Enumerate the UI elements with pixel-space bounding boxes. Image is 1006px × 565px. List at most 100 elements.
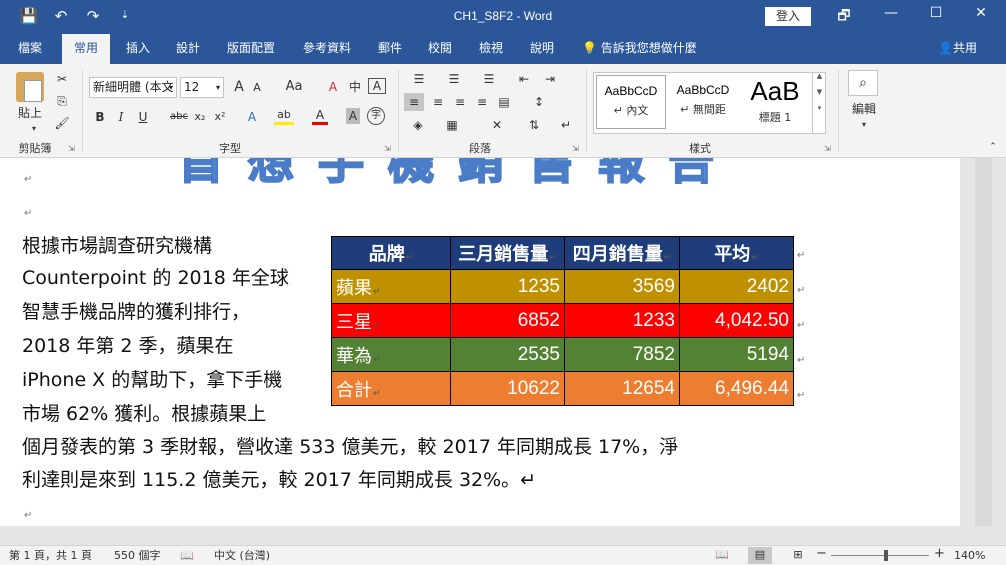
style-no-spacing[interactable]: AaBbCcD ↵ 無間距 — [668, 75, 738, 129]
font-name-select[interactable]: 新細明體 (本文 ▾ — [89, 77, 177, 98]
ribbon-display-icon[interactable]: 🗗 — [829, 5, 859, 29]
distributed-icon[interactable]: ▤ — [494, 93, 514, 111]
table-cell-average[interactable]: 5194 — [679, 337, 794, 372]
tab-design[interactable]: 設計 — [166, 34, 210, 64]
table-header[interactable]: 平均↵ — [679, 236, 794, 270]
table-cell-brand[interactable]: 華為↵ — [331, 337, 451, 372]
tell-me-box[interactable]: 💡 告訴我您想做什麼 — [582, 34, 697, 62]
table-header[interactable]: 三月銷售量↵ — [450, 236, 565, 270]
clear-format-icon[interactable]: A — [324, 78, 342, 96]
table-header[interactable]: 四月銷售量↵ — [564, 236, 680, 270]
align-right-icon[interactable]: ≡ — [450, 93, 470, 111]
chevron-down-icon[interactable]: ▾ — [858, 116, 870, 134]
style-heading-1[interactable]: AaB 標題 1 — [740, 75, 810, 129]
chevron-up-icon[interactable]: ▲ — [813, 72, 826, 80]
print-layout-icon[interactable]: ▤ — [748, 547, 772, 564]
table-cell-march[interactable]: 1235 — [450, 269, 565, 304]
table-cell-brand[interactable]: 蘋果↵ — [331, 269, 451, 304]
shading-icon[interactable]: ◈ — [406, 116, 430, 134]
paste-icon[interactable] — [16, 72, 44, 102]
cut-icon[interactable]: ✂ — [52, 70, 72, 88]
superscript-button[interactable]: x² — [212, 108, 228, 126]
strikethrough-button[interactable]: abc — [168, 108, 190, 126]
table-cell-april[interactable]: 3569 — [564, 269, 680, 304]
grow-font-icon[interactable]: A — [231, 78, 247, 96]
tab-layout[interactable]: 版面配置 — [220, 34, 282, 64]
table-cell-april[interactable]: 1233 — [564, 303, 680, 338]
zoom-in-icon[interactable]: + — [934, 546, 945, 562]
tab-references[interactable]: 參考資料 — [296, 34, 358, 64]
table-cell-brand[interactable]: 三星↵ — [331, 303, 451, 338]
numbering-icon[interactable]: ☰ — [440, 70, 468, 88]
styles-launcher-icon[interactable]: ⇲ — [824, 144, 831, 153]
table-cell-march[interactable]: 6852 — [450, 303, 565, 338]
close-icon[interactable]: ✕ — [966, 5, 996, 21]
login-button[interactable]: 登入 — [765, 7, 811, 26]
zoom-slider[interactable] — [831, 555, 929, 556]
table-header[interactable]: 品牌↵ — [331, 236, 451, 270]
bold-button[interactable]: B — [92, 108, 108, 126]
highlight-color-icon[interactable]: ab — [274, 108, 294, 125]
font-color-icon[interactable]: A — [312, 108, 328, 125]
format-painter-icon[interactable]: 🖌 — [52, 114, 72, 132]
sales-table[interactable]: 品牌↵ 三月銷售量↵ 四月銷售量↵ 平均↵ 蘋果↵ 1235 3569 2402… — [331, 236, 794, 406]
multilevel-list-icon[interactable]: ☰ — [474, 70, 504, 88]
document-page[interactable]: 首 想 手 機 銷 售 報 告 ↵ ↵ 根據市場調查研究機構 Counterpo… — [0, 158, 960, 526]
line-spacing-icon[interactable]: ↕ — [526, 93, 552, 111]
bullets-icon[interactable]: ☰ — [406, 70, 432, 88]
table-cell-average[interactable]: 2402 — [679, 269, 794, 304]
tab-view[interactable]: 檢視 — [469, 34, 513, 64]
zoom-out-icon[interactable]: − — [816, 546, 827, 562]
borders-icon[interactable]: ▦ — [440, 116, 464, 134]
collapse-ribbon-icon[interactable]: ⌃ — [986, 138, 1000, 156]
style-normal[interactable]: AaBbCcD ↵ 內文 — [596, 75, 666, 129]
font-launcher-icon[interactable]: ⇲ — [384, 144, 391, 153]
tab-review[interactable]: 校閱 — [418, 34, 462, 64]
asian-layout-icon[interactable]: ✕ — [484, 116, 510, 134]
font-size-select[interactable]: 12 ▾ — [180, 77, 224, 98]
table-cell-brand[interactable]: 合計↵ — [331, 371, 451, 406]
increase-indent-icon[interactable]: ⇥ — [540, 70, 560, 88]
show-marks-icon[interactable]: ↵ — [556, 116, 576, 134]
clipboard-launcher-icon[interactable]: ⇲ — [68, 144, 75, 153]
phonetic-guide-icon[interactable]: 中 — [346, 78, 364, 96]
table-cell-average[interactable]: 6,496.44 — [679, 371, 794, 406]
italic-button[interactable]: I — [114, 108, 128, 126]
tab-file[interactable]: 檔案 — [8, 34, 52, 64]
table-cell-april[interactable]: 12654 — [564, 371, 680, 406]
maximize-icon[interactable]: ☐ — [921, 5, 951, 21]
decrease-indent-icon[interactable]: ⇤ — [514, 70, 534, 88]
chevron-down-icon[interactable]: ▼ — [813, 88, 826, 96]
word-count[interactable]: 550 個字 — [114, 548, 161, 564]
align-center-icon[interactable]: ≡ — [428, 93, 448, 111]
underline-button[interactable]: U — [136, 108, 150, 126]
page-count[interactable]: 第 1 頁，共 1 頁 — [9, 548, 92, 564]
table-cell-march[interactable]: 10622 — [450, 371, 565, 406]
search-icon[interactable]: ⌕ — [848, 70, 878, 96]
share-button[interactable]: 👤共用 — [938, 34, 977, 62]
web-layout-icon[interactable]: ⊞ — [786, 547, 810, 564]
table-cell-march[interactable]: 2535 — [450, 337, 565, 372]
scrollbar-thumb[interactable] — [975, 158, 992, 526]
table-cell-average[interactable]: 4,042.50 — [679, 303, 794, 338]
table-cell-april[interactable]: 7852 — [564, 337, 680, 372]
zoom-level[interactable]: 140% — [954, 548, 985, 564]
tab-insert[interactable]: 插入 — [116, 34, 160, 64]
copy-icon[interactable]: ⎘ — [52, 92, 72, 110]
minimize-icon[interactable]: — — [876, 5, 906, 21]
language-indicator[interactable]: 中文 (台灣) — [214, 548, 270, 564]
tab-home[interactable]: 常用 — [62, 34, 110, 64]
character-shading-icon[interactable]: A — [346, 108, 360, 124]
tab-help[interactable]: 說明 — [520, 34, 564, 64]
styles-scroll[interactable]: ▲ ▼ ▾ — [812, 72, 826, 134]
paste-dropdown-icon[interactable]: ▾ — [28, 120, 40, 138]
enclose-characters-icon[interactable]: 字 — [367, 107, 385, 125]
character-border-icon[interactable]: A — [368, 78, 386, 94]
proofing-icon[interactable]: 📖 — [180, 548, 194, 564]
tab-mailings[interactable]: 郵件 — [368, 34, 412, 64]
read-mode-icon[interactable]: 📖 — [710, 547, 734, 564]
subscript-button[interactable]: x₂ — [192, 108, 208, 126]
zoom-slider-thumb[interactable] — [884, 550, 888, 561]
align-left-icon[interactable]: ≡ — [404, 93, 424, 111]
sort-icon[interactable]: ⇅ — [524, 116, 544, 134]
